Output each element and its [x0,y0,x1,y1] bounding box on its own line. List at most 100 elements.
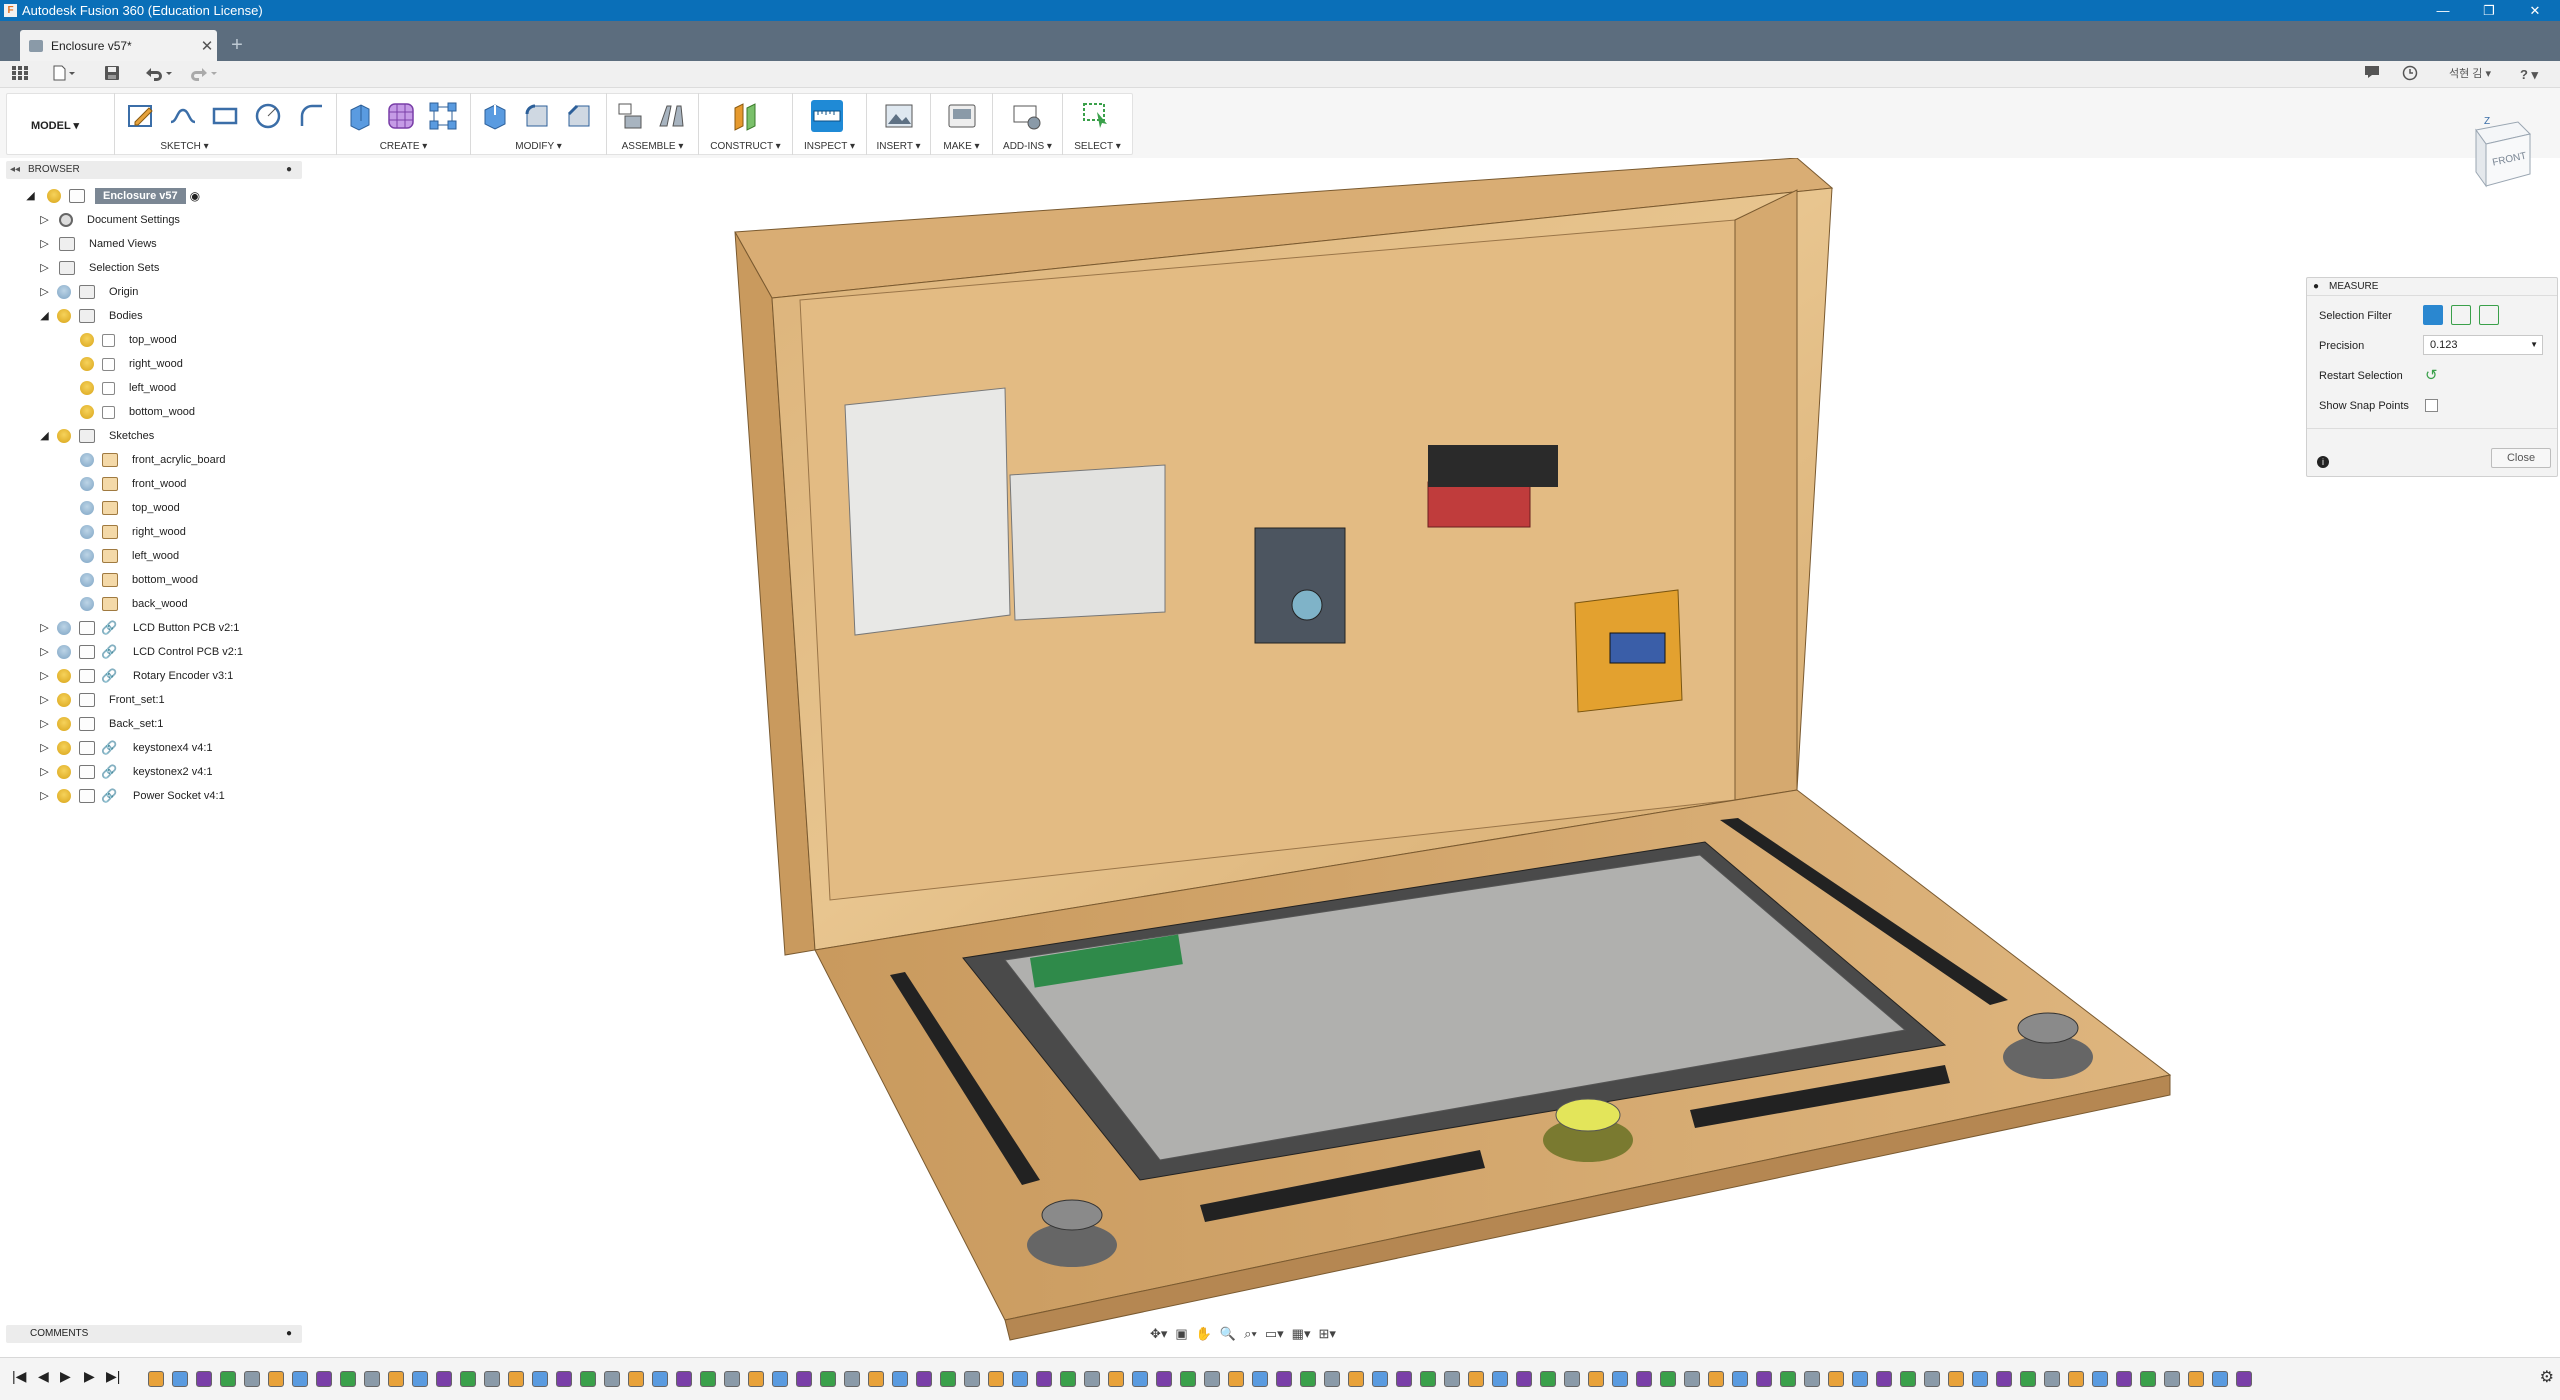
close-tab-icon[interactable]: ✕ [197,37,217,55]
timeline-feature-icon[interactable] [1252,1371,1268,1387]
timeline-feature-icon[interactable] [1540,1371,1556,1387]
timeline-feature-icon[interactable] [1372,1371,1388,1387]
workspace-switcher[interactable]: MODEL ▾ [14,115,96,137]
timeline-feature-icon[interactable] [1732,1371,1748,1387]
timeline-feature-icon[interactable] [412,1371,428,1387]
filter-body-icon[interactable] [2479,305,2499,325]
comments-pin-icon[interactable]: ● [286,1325,292,1343]
insert-group-label[interactable]: INSERT ▾ [867,141,930,152]
create-group-label[interactable]: CREATE ▾ [337,141,470,152]
press-pull-icon[interactable] [479,100,511,132]
timeline-feature-icon[interactable] [1516,1371,1532,1387]
modify-group-label[interactable]: MODIFY ▾ [471,141,606,152]
pattern-icon[interactable] [427,100,459,132]
timeline-feature-icon[interactable] [1396,1371,1412,1387]
form-icon[interactable] [385,100,417,132]
measure-collapse-icon[interactable]: ● [2313,278,2319,296]
timeline-feature-icon[interactable] [1348,1371,1364,1387]
timeline-feature-icon[interactable] [772,1371,788,1387]
timeline-play-button[interactable]: ▶ [60,1368,71,1385]
select-icon[interactable] [1081,100,1113,132]
new-tab-button[interactable]: + [226,34,248,56]
timeline-feature-icon[interactable] [700,1371,716,1387]
timeline-feature-icon[interactable] [2212,1371,2228,1387]
timeline-feature-icon[interactable] [1996,1371,2012,1387]
timeline-feature-icon[interactable] [532,1371,548,1387]
timeline-feature-icon[interactable] [148,1371,164,1387]
timeline-feature-icon[interactable] [2020,1371,2036,1387]
timeline-feature-icon[interactable] [1900,1371,1916,1387]
timeline-feature-icon[interactable] [1300,1371,1316,1387]
timeline-feature-icon[interactable] [1828,1371,1844,1387]
redo-icon[interactable] [185,65,221,84]
timeline-feature-icon[interactable] [1636,1371,1652,1387]
create-sketch-icon[interactable] [125,100,157,132]
fillet-arc-icon[interactable] [296,100,328,132]
display-settings-icon[interactable]: ▭▾ [1265,1326,1284,1342]
timeline-feature-icon[interactable] [916,1371,932,1387]
joint-icon[interactable] [655,100,687,132]
add-ins-group-label[interactable]: ADD-INS ▾ [993,141,1062,152]
undo-icon[interactable] [140,65,176,84]
timeline-feature-icon[interactable] [340,1371,356,1387]
data-panel-grid-icon[interactable] [10,65,30,84]
extrude-icon[interactable] [343,100,375,132]
timeline-feature-icon[interactable] [484,1371,500,1387]
fillet-icon[interactable] [521,100,553,132]
timeline-feature-icon[interactable] [1972,1371,1988,1387]
restore-button[interactable]: ❐ [2466,0,2512,21]
timeline-feature-icon[interactable] [364,1371,380,1387]
3d-viewport[interactable] [0,158,2560,1356]
timeline-feature-icon[interactable] [724,1371,740,1387]
timeline-feature-icon[interactable] [220,1371,236,1387]
offset-plane-icon[interactable] [729,100,761,132]
timeline-prev-button[interactable]: ◀ [38,1368,49,1385]
measure-icon[interactable] [811,100,843,132]
zoom-icon[interactable]: 🔍 [1220,1326,1236,1342]
timeline-feature-icon[interactable] [820,1371,836,1387]
timeline-feature-icon[interactable] [244,1371,260,1387]
timeline-first-button[interactable]: |◀ [12,1368,26,1385]
pan-hand-icon[interactable]: ✋ [1196,1326,1212,1342]
circle-icon[interactable] [252,100,284,132]
timeline-feature-icon[interactable] [1660,1371,1676,1387]
timeline-feature-icon[interactable] [292,1371,308,1387]
inspect-group-label[interactable]: INSPECT ▾ [793,141,866,152]
timeline-feature-icon[interactable] [1492,1371,1508,1387]
timeline-feature-icon[interactable] [460,1371,476,1387]
timeline-feature-icon[interactable] [1468,1371,1484,1387]
timeline-feature-icon[interactable] [1036,1371,1052,1387]
timeline-feature-icon[interactable] [1156,1371,1172,1387]
timeline-feature-icon[interactable] [2116,1371,2132,1387]
timeline-feature-icon[interactable] [628,1371,644,1387]
timeline-feature-icon[interactable] [748,1371,764,1387]
timeline-next-button[interactable]: ▶ [84,1368,95,1385]
timeline-feature-icon[interactable] [1060,1371,1076,1387]
show-snap-points-checkbox[interactable] [2425,399,2438,412]
timeline-feature-icon[interactable] [1084,1371,1100,1387]
document-tab[interactable]: Enclosure v57* ✕ [20,30,217,61]
make-group-label[interactable]: MAKE ▾ [931,141,992,152]
timeline-feature-icon[interactable] [1276,1371,1292,1387]
3d-print-icon[interactable] [946,100,978,132]
timeline-feature-icon[interactable] [1588,1371,1604,1387]
filter-face-icon[interactable] [2423,305,2443,325]
timeline-feature-icon[interactable] [388,1371,404,1387]
notifications-icon[interactable] [2362,65,2382,84]
timeline-feature-icon[interactable] [1204,1371,1220,1387]
timeline-feature-icon[interactable] [604,1371,620,1387]
sketch-group-label[interactable]: SKETCH ▾ [115,141,254,152]
timeline-feature-icon[interactable] [1444,1371,1460,1387]
timeline-feature-icon[interactable] [1924,1371,1940,1387]
measure-close-button[interactable]: Close [2491,448,2551,468]
viewcube[interactable]: FRONT Z [2460,112,2538,192]
timeline-last-button[interactable]: ▶| [106,1368,120,1385]
timeline-feature-icon[interactable] [652,1371,668,1387]
timeline-feature-icon[interactable] [2236,1371,2252,1387]
timeline-feature-icon[interactable] [940,1371,956,1387]
select-group-label[interactable]: SELECT ▾ [1063,141,1132,152]
filter-edge-icon[interactable] [2451,305,2471,325]
timeline-feature-icon[interactable] [1684,1371,1700,1387]
timeline-feature-icon[interactable] [1228,1371,1244,1387]
restart-selection-icon[interactable]: ↺ [2425,366,2438,384]
